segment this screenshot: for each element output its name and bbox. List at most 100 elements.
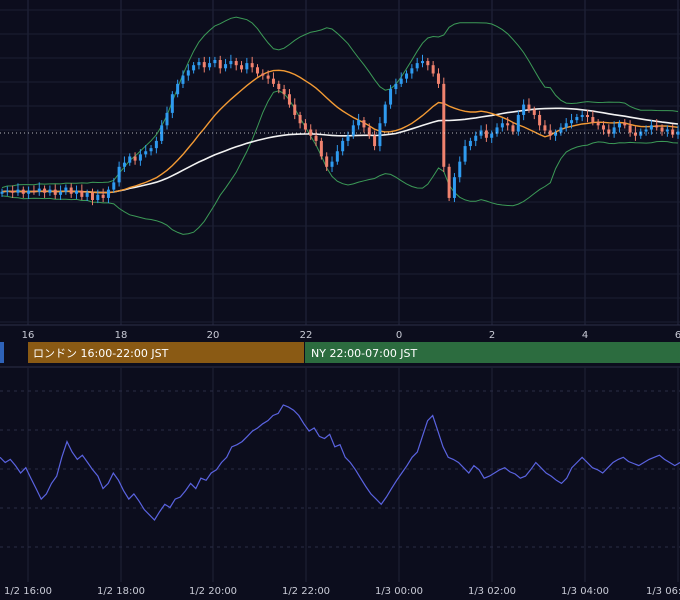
candle-body — [484, 130, 488, 138]
candle-body — [580, 114, 584, 118]
candle-body — [218, 60, 222, 69]
candle-body — [122, 162, 126, 167]
x-tick-label: 20 — [207, 330, 220, 341]
candle-body — [660, 127, 664, 132]
candle-body — [559, 127, 563, 133]
candle-body — [48, 189, 52, 193]
candle-body — [458, 161, 462, 178]
candle-body — [0, 191, 4, 194]
candle-body — [335, 151, 339, 162]
session-left-marker — [0, 342, 4, 363]
london-session-label: ロンドン 16:00-22:00 JST — [33, 347, 169, 360]
candle-body — [59, 191, 63, 195]
candle-body — [234, 61, 238, 66]
candle-body — [149, 148, 153, 152]
oscillator — [0, 404, 680, 521]
candle-body — [112, 182, 116, 190]
candle-body — [538, 114, 542, 126]
candle-body — [548, 130, 552, 136]
candle-body — [181, 75, 185, 84]
candle-body — [144, 151, 148, 155]
ny-session-label: NY 22:00-07:00 JST — [311, 347, 418, 360]
candle-body — [90, 192, 94, 200]
bottom-x-ticks: 1/2 16:00 1/2 18:00 1/2 20:00 1/2 22:00 1/3 … — [4, 586, 680, 597]
candle-body — [133, 156, 137, 161]
candle-body — [85, 192, 89, 197]
osc-x-tick-label: 1/2 20:00 — [189, 586, 237, 597]
candle-body — [138, 154, 142, 161]
candle-body — [644, 129, 648, 132]
candle-body — [426, 61, 430, 66]
x-tick-label: 6 — [675, 330, 680, 341]
candle-body — [596, 122, 600, 126]
candle-body — [506, 123, 510, 126]
candle-body — [516, 114, 520, 132]
candle-body — [271, 78, 275, 84]
x-tick-label: 18 — [115, 330, 128, 341]
candle-body — [543, 125, 547, 131]
candle-body — [378, 123, 382, 147]
candle-body — [277, 83, 281, 90]
candle-body — [298, 114, 302, 124]
session-bar: ロンドン 16:00-22:00 JST NY 22:00-07:00 JST — [0, 342, 680, 363]
bollinger-upper — [1, 16, 679, 189]
candle-body — [224, 64, 228, 69]
osc-x-tick-label: 1/3 04:00 — [561, 586, 609, 597]
candle-body — [474, 135, 478, 141]
candle-body — [421, 61, 425, 64]
candle-body — [32, 190, 36, 192]
candle-body — [128, 156, 132, 163]
candle-body — [671, 129, 675, 135]
candle-body — [436, 73, 440, 84]
candle-body — [628, 125, 632, 133]
candle-body — [303, 123, 307, 130]
candle-body — [495, 127, 499, 134]
candle-body — [117, 166, 121, 183]
candle-body — [570, 120, 574, 124]
bottom-grid — [0, 368, 680, 582]
candle-body — [266, 75, 270, 79]
candle-body — [208, 63, 212, 68]
candle-body — [192, 65, 196, 71]
candle-body — [649, 125, 653, 130]
candle-body — [405, 73, 409, 79]
bollinger-lower — [1, 90, 679, 235]
candle-body — [101, 194, 105, 198]
candle-body — [399, 78, 403, 84]
top-grid — [0, 0, 680, 325]
candle-body — [202, 62, 206, 68]
candle-body — [176, 83, 180, 95]
candle-body — [532, 109, 536, 115]
candle-body — [527, 104, 531, 110]
candle-body — [330, 161, 334, 167]
candle-body — [468, 140, 472, 147]
candle-body — [240, 65, 244, 70]
candle-body — [186, 70, 190, 76]
candle-body — [27, 190, 31, 194]
candle-body — [16, 189, 20, 193]
candle-body — [245, 63, 249, 70]
candle-body — [53, 189, 57, 195]
osc-x-tick-label: 1/3 02:00 — [468, 586, 516, 597]
candle-body — [75, 190, 79, 194]
candle-body — [229, 61, 233, 65]
candle-body — [165, 112, 169, 126]
candle-body — [346, 135, 350, 141]
candle-body — [490, 133, 494, 138]
x-tick-label: 16 — [22, 330, 35, 341]
osc-x-tick-label: 1/2 16:00 — [4, 586, 52, 597]
candle-body — [96, 194, 100, 200]
candle-body — [37, 188, 41, 192]
candle-body — [601, 125, 605, 130]
candle-body — [564, 123, 568, 128]
candle-body — [319, 140, 323, 157]
candle-body — [665, 129, 669, 132]
candle-body — [367, 127, 371, 136]
candle-body — [197, 62, 201, 66]
candle-body — [575, 117, 579, 121]
candle-body — [154, 140, 158, 149]
candle-body — [394, 83, 398, 90]
candle-body — [80, 190, 84, 197]
candle-body — [250, 63, 254, 68]
candle-body — [655, 125, 659, 128]
